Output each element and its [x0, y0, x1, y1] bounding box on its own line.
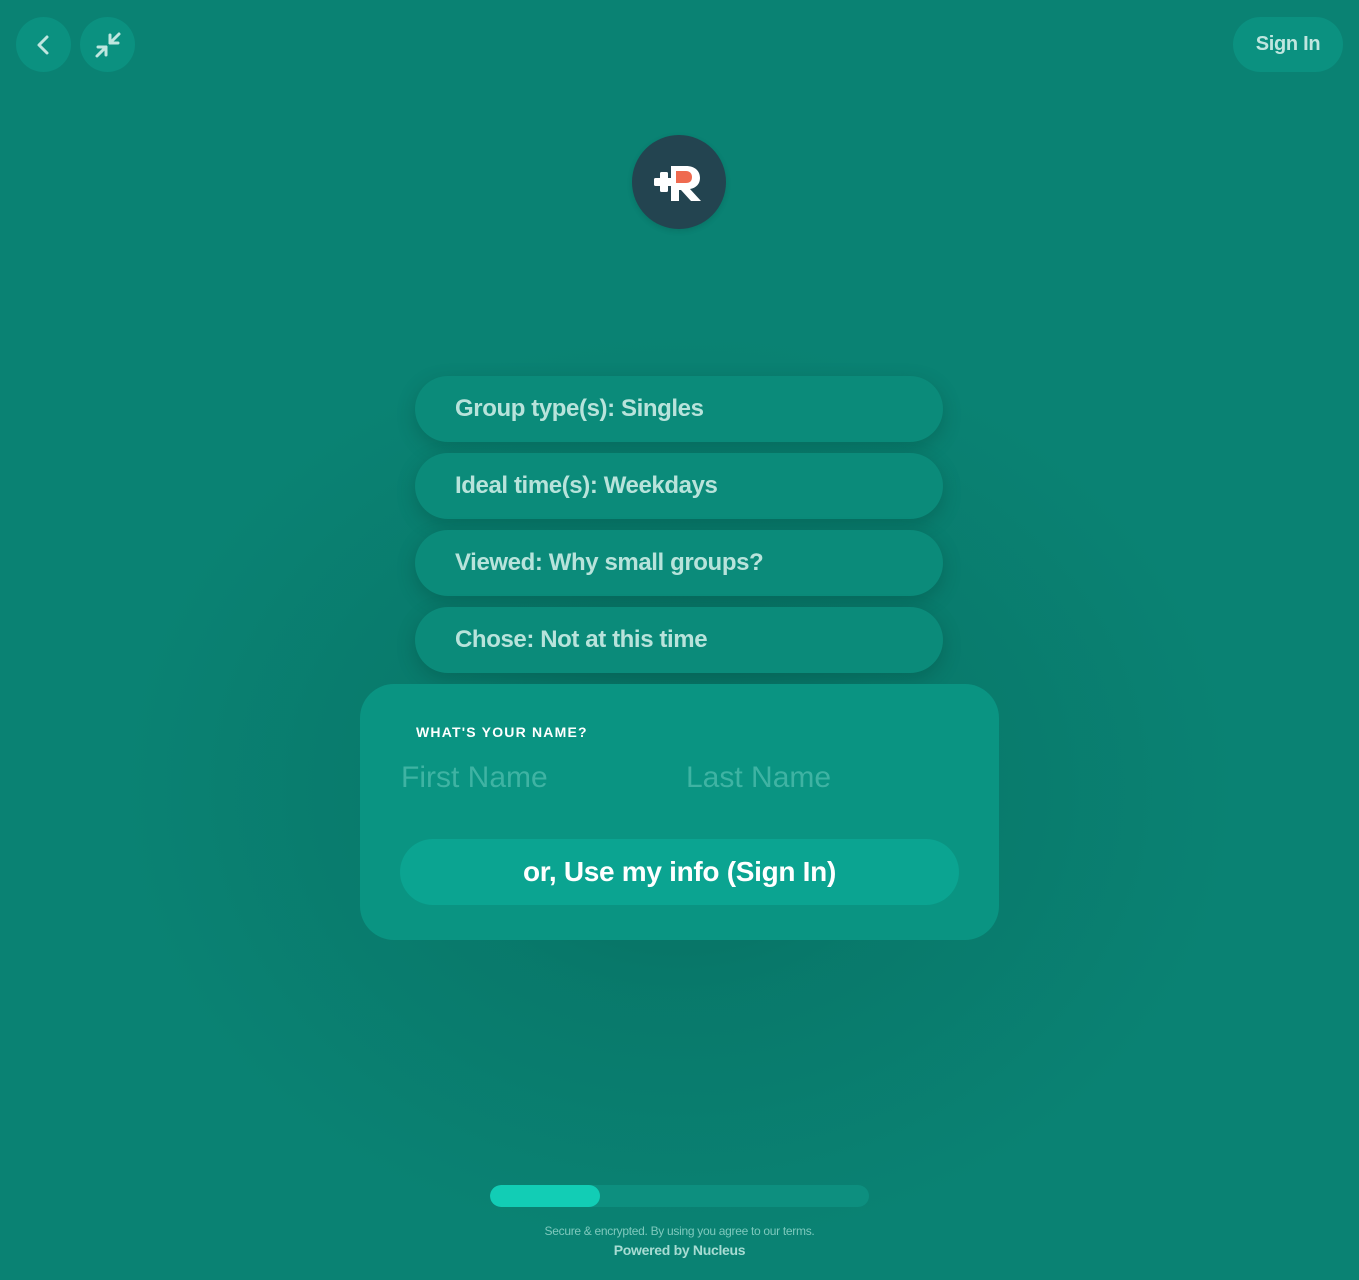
name-form-card: WHAT'S YOUR NAME? or, Use my info (Sign …	[360, 684, 999, 940]
plus-r-logo-icon	[654, 166, 701, 201]
terms-text: Secure & encrypted. By using you agree t…	[544, 1224, 815, 1238]
last-name-input[interactable]	[686, 756, 936, 800]
progress-bar	[490, 1185, 869, 1207]
name-question-label: WHAT'S YOUR NAME?	[416, 724, 588, 740]
chevron-left-icon	[32, 33, 56, 57]
answer-pill-viewed[interactable]: Viewed: Why small groups?	[415, 530, 943, 596]
answer-pill-ideal-time[interactable]: Ideal time(s): Weekdays	[415, 453, 943, 519]
use-my-info-button[interactable]: or, Use my info (Sign In)	[400, 839, 959, 905]
progress-fill	[490, 1185, 600, 1207]
powered-by-text: Powered by Nucleus	[613, 1242, 746, 1258]
minimize-arrows-icon	[93, 30, 123, 60]
collapse-button[interactable]	[80, 17, 135, 72]
back-button[interactable]	[16, 17, 71, 72]
answer-pill-group-type[interactable]: Group type(s): Singles	[415, 376, 943, 442]
brand-logo	[632, 135, 726, 229]
answer-pill-chose[interactable]: Chose: Not at this time	[415, 607, 943, 673]
sign-in-button[interactable]: Sign In	[1233, 17, 1343, 72]
first-name-input[interactable]	[401, 756, 651, 800]
